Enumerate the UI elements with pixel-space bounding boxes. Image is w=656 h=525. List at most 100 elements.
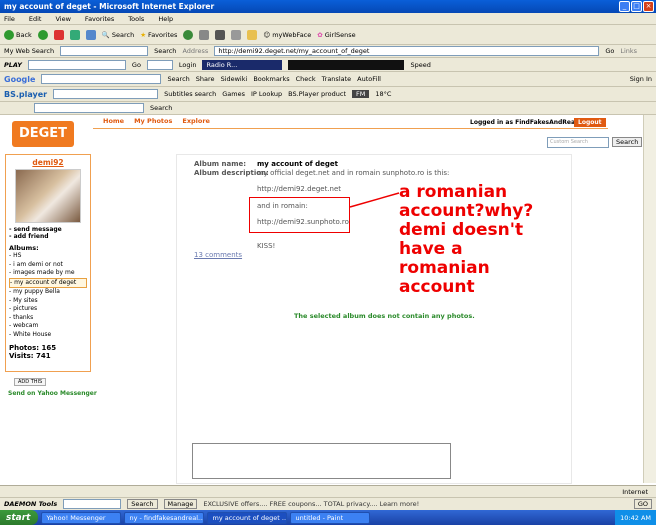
album-item-selected[interactable]: - my account of deget xyxy=(9,277,87,288)
extra-search-button[interactable]: Search xyxy=(150,104,172,112)
avatar[interactable] xyxy=(15,169,81,223)
taskbar-item[interactable]: untitled - Paint xyxy=(290,511,371,524)
menu-view[interactable]: View xyxy=(55,15,70,23)
taskbar-item[interactable]: Yahoo! Messenger xyxy=(41,511,122,524)
album-item[interactable]: - My sites xyxy=(9,297,87,306)
menu-favorites[interactable]: Favorites xyxy=(85,15,114,23)
radio-player[interactable]: Radio R... xyxy=(202,59,283,70)
search-button[interactable]: 🔍 Search xyxy=(102,31,134,39)
girlsense-icon: ✿ xyxy=(317,30,323,39)
close-button[interactable]: × xyxy=(643,1,654,12)
mywebsearch-button[interactable]: Search xyxy=(154,47,176,55)
taskbar-item[interactable]: ny - findfakesandreal... xyxy=(124,511,205,524)
menu-tools[interactable]: Tools xyxy=(128,15,144,23)
google-search-input[interactable] xyxy=(41,74,162,84)
album-item[interactable]: - White House xyxy=(9,331,87,340)
print-icon[interactable] xyxy=(215,29,226,40)
media-icon[interactable] xyxy=(183,29,194,40)
links-button[interactable]: Links xyxy=(620,47,637,55)
go-button[interactable]: Go xyxy=(605,47,614,55)
girlsense-button[interactable]: ✿ GirlSense xyxy=(317,31,355,39)
play-dropdown[interactable] xyxy=(146,59,173,70)
taskbar: start Yahoo! Messenger ny - findfakesand… xyxy=(0,510,656,525)
album-item[interactable]: - HS xyxy=(9,252,87,261)
yahoo-messenger-link[interactable]: Send on Yahoo Messenger xyxy=(8,390,97,397)
deget-url-text: http://demi92.deget.net xyxy=(257,185,342,193)
comment-textarea[interactable] xyxy=(192,443,451,479)
album-item[interactable]: - my puppy Bella xyxy=(9,288,87,297)
daemon-promo-link[interactable]: EXCLUSIVE offers.... FREE coupons... TOT… xyxy=(203,500,419,508)
bsplayer-search-input[interactable] xyxy=(53,89,159,99)
daemon-manage-button[interactable]: Manage xyxy=(163,499,198,509)
albums-list: - HS - i am demi or not - images made by… xyxy=(9,252,87,339)
nav-explore[interactable]: Explore xyxy=(182,117,210,128)
check-button[interactable]: Check xyxy=(296,75,316,83)
translate-button[interactable]: Translate xyxy=(322,75,352,83)
address-input[interactable]: http://demi92.deget.net/my_account_of_de… xyxy=(214,46,600,56)
daemon-go-button[interactable]: GO xyxy=(633,499,652,509)
system-tray: 10:42 AM xyxy=(615,510,656,525)
mywebsearch-input[interactable] xyxy=(60,46,149,56)
album-item[interactable]: - webcam xyxy=(9,322,87,331)
nav-my-photos[interactable]: My Photos xyxy=(134,117,172,128)
start-button[interactable]: start xyxy=(0,510,39,525)
signin-button[interactable]: Sign In xyxy=(630,75,652,83)
play-go-button[interactable]: Go xyxy=(132,61,141,69)
send-message-link[interactable]: - send message xyxy=(9,226,87,233)
site-search-button[interactable]: Search xyxy=(612,137,643,147)
ad-banner[interactable] xyxy=(288,59,405,70)
play-search-input[interactable] xyxy=(27,59,126,70)
mail-icon[interactable] xyxy=(199,29,210,40)
login-button[interactable]: Login xyxy=(179,61,197,69)
sidewiki-button[interactable]: Sidewiki xyxy=(221,75,248,83)
ip-lookup-button[interactable]: IP Lookup xyxy=(251,90,282,98)
extra-search-input[interactable] xyxy=(34,103,144,113)
stop-icon[interactable] xyxy=(53,29,64,40)
nav-home[interactable]: Home xyxy=(103,117,124,128)
bookmarks-button[interactable]: Bookmarks xyxy=(253,75,289,83)
favorites-button[interactable]: ★ Favorites xyxy=(140,31,177,39)
forward-arrow-icon[interactable] xyxy=(37,29,48,40)
daemon-toolbar: DAEMON Tools Search Manage EXCLUSIVE off… xyxy=(0,498,656,510)
ie-status-bar: Internet xyxy=(0,486,656,498)
bsplayer-product-button[interactable]: BS.Player product xyxy=(288,90,346,98)
folder-icon[interactable] xyxy=(247,29,258,40)
daemon-search-input[interactable] xyxy=(63,499,122,509)
menu-help[interactable]: Help xyxy=(158,15,173,23)
autofill-button[interactable]: AutoFill xyxy=(357,75,381,83)
home-icon[interactable] xyxy=(85,29,96,40)
games-button[interactable]: Games xyxy=(222,90,245,98)
share-button[interactable]: Share xyxy=(196,75,215,83)
username-link[interactable]: demi92 xyxy=(9,158,87,167)
album-item[interactable]: - i am demi or not xyxy=(9,261,87,270)
mywebsearch-label: My Web Search xyxy=(4,47,55,55)
album-item[interactable]: - thanks xyxy=(9,314,87,323)
search-icon: 🔍 xyxy=(101,30,110,39)
standard-toolbar: Back 🔍 Search ★ Favorites ☺ myWebFace ✿ Girl… xyxy=(0,25,656,45)
add-this-button[interactable]: ADD THIS xyxy=(14,378,47,386)
back-button[interactable]: Back xyxy=(4,29,32,40)
album-item[interactable]: - images made by me xyxy=(9,269,87,278)
speed-button[interactable]: Speed xyxy=(410,61,430,69)
bsplayer-logo: BS.player xyxy=(4,89,48,99)
taskbar-item-active[interactable]: my account of deget ... xyxy=(207,511,288,524)
maximize-button[interactable]: □ xyxy=(631,1,642,12)
subtitles-search-button[interactable]: Subtitles search xyxy=(164,90,216,98)
menu-edit[interactable]: Edit xyxy=(29,15,42,23)
google-search-button[interactable]: Search xyxy=(167,75,189,83)
add-friend-link[interactable]: - add friend xyxy=(9,233,87,240)
minimize-button[interactable]: _ xyxy=(619,1,630,12)
daemon-search-button[interactable]: Search xyxy=(127,499,158,509)
logout-button[interactable]: Logout xyxy=(574,118,606,127)
edit-icon[interactable] xyxy=(231,29,242,40)
mywebface-button[interactable]: ☺ myWebFace xyxy=(263,31,311,39)
custom-search-input[interactable]: Custom Search xyxy=(547,137,609,148)
comments-link[interactable]: 13 comments xyxy=(194,251,242,259)
album-item[interactable]: - pictures xyxy=(9,305,87,314)
refresh-icon[interactable] xyxy=(69,29,80,40)
scrollbar[interactable] xyxy=(643,115,656,483)
fm-radio[interactable]: FM xyxy=(352,90,370,98)
menu-file[interactable]: File xyxy=(4,15,15,23)
face-icon: ☺ xyxy=(263,30,271,39)
deget-logo[interactable]: DEGET xyxy=(12,121,74,147)
